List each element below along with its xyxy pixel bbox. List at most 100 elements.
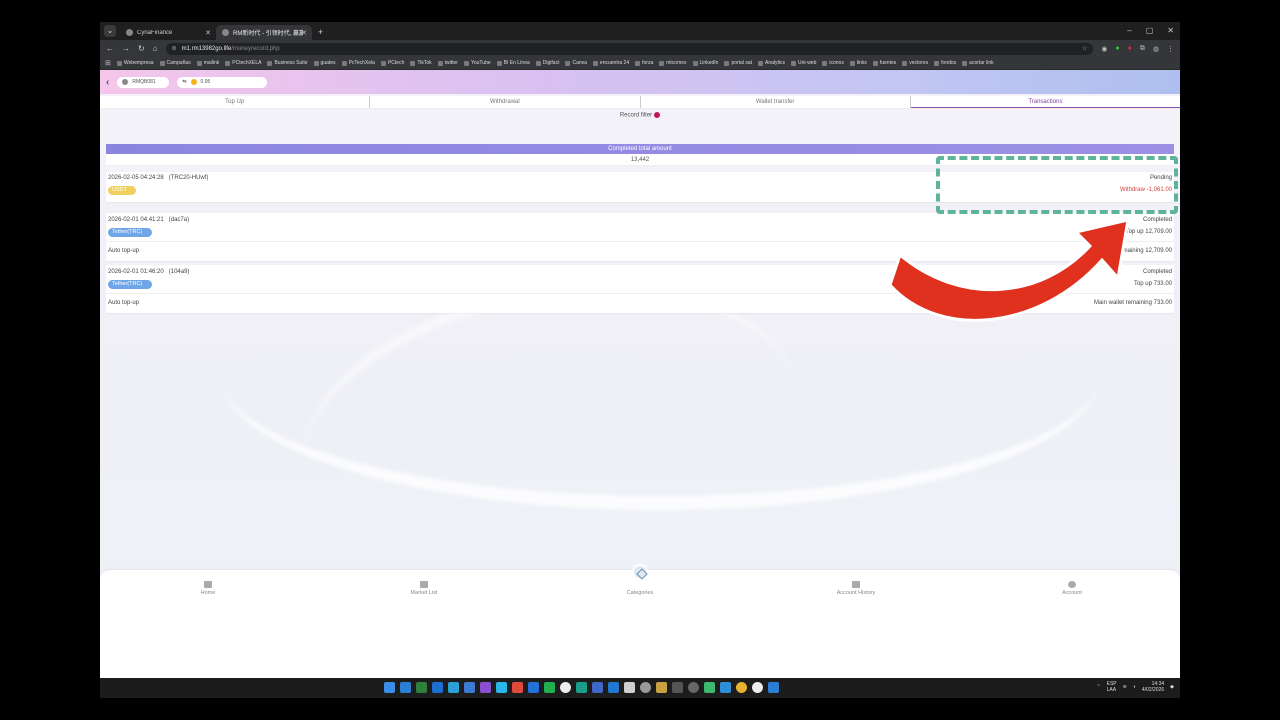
bookmark-item[interactable]: Analytics — [758, 60, 785, 66]
address-bar[interactable]: ⊜ m1.rm13982go.life/moneyrecord.php ☆ — [165, 42, 1094, 55]
home-icon[interactable]: ⌂ — [153, 44, 158, 53]
bookmark-item[interactable]: PcTechXela — [341, 60, 375, 66]
nav-market-list[interactable]: Market List — [316, 570, 532, 598]
bookmark-item[interactable]: iconos — [822, 60, 844, 66]
bookmark-item[interactable]: vectores — [902, 60, 928, 66]
site-info-icon[interactable]: ⊜ — [172, 45, 177, 52]
bookmark-item[interactable]: portal sat — [724, 60, 752, 66]
taskbar-app-icon[interactable] — [528, 682, 539, 693]
nav-home[interactable]: Home — [100, 570, 316, 598]
puzzle-icon[interactable]: ⧉ — [1140, 45, 1145, 53]
nav-account-history[interactable]: Account History — [748, 570, 964, 598]
annotation-arrow-icon — [888, 218, 1130, 322]
taskbar-app-icon[interactable] — [416, 682, 427, 693]
taskbar-app-icon[interactable] — [656, 682, 667, 693]
forward-icon[interactable]: → — [122, 44, 130, 53]
bookmark-item[interactable]: Business Suite — [267, 60, 308, 66]
taskbar-app-icon[interactable] — [608, 682, 619, 693]
browser-tab-1[interactable]: CynaFinance ✕ — [120, 25, 216, 40]
start-icon[interactable] — [384, 682, 395, 693]
back-arrow-icon[interactable]: ‹ — [106, 77, 109, 88]
taskbar-app-icon[interactable] — [624, 682, 635, 693]
maximize-icon[interactable]: ▢ — [1146, 26, 1154, 35]
bookmark-favicon-icon — [635, 60, 641, 66]
home-icon — [204, 581, 212, 588]
notification-bell-icon[interactable]: ◆ — [1170, 684, 1174, 690]
taskbar-app-icon[interactable] — [752, 682, 763, 693]
bookmark-item[interactable]: fondos — [934, 60, 956, 66]
tab-close-icon[interactable]: ✕ — [205, 29, 211, 37]
close-window-icon[interactable]: ✕ — [1167, 26, 1174, 35]
apps-grid-icon[interactable]: ⊞ — [105, 59, 111, 67]
bookmark-item[interactable]: YouTube — [463, 60, 491, 66]
taskbar-app-icon[interactable] — [720, 682, 731, 693]
bookmark-item[interactable]: Webempresa — [116, 60, 154, 66]
bookmark-item[interactable]: Campañas — [159, 60, 191, 66]
tab-search-icon[interactable]: ⌄ — [104, 25, 116, 37]
taskbar-app-icon[interactable] — [688, 682, 699, 693]
balance-pill[interactable]: ⇆ 0.95 — [177, 76, 268, 88]
bookmark-item[interactable]: guates — [313, 60, 336, 66]
taskbar-app-icon[interactable] — [496, 682, 507, 693]
taskbar-app-icon[interactable] — [480, 682, 491, 693]
profile-icon[interactable]: ◍ — [1153, 45, 1159, 53]
bookmark-item[interactable]: links — [849, 60, 867, 66]
volume-icon[interactable]: ◖ — [1133, 684, 1136, 690]
bookmark-item[interactable]: forza — [635, 60, 653, 66]
extension-icon[interactable]: ● — [1115, 45, 1119, 53]
bookmark-star-icon[interactable]: ☆ — [1082, 45, 1087, 52]
taskbar-app-icon[interactable] — [512, 682, 523, 693]
taskbar-app-icon[interactable] — [432, 682, 443, 693]
tab-close-icon[interactable]: ✕ — [301, 29, 307, 37]
bookmark-item[interactable]: Canva — [565, 60, 587, 66]
system-tray: ⌃ ESP LAA ≋ ◖ 14:34 4/02/2026 ◆ — [1096, 681, 1174, 693]
tab-top-up[interactable]: Top Up — [100, 96, 371, 108]
bookmark-item[interactable]: TikTok — [410, 60, 432, 66]
bookmark-item[interactable]: mailink — [196, 60, 219, 66]
wifi-icon[interactable]: ≋ — [1123, 684, 1127, 690]
tab-wallet-transfer[interactable]: Wallet transfer — [641, 96, 911, 108]
nav-categories[interactable]: Categories — [532, 564, 748, 598]
new-tab-button[interactable]: + — [318, 27, 323, 37]
bookmark-item[interactable]: BI En Línea — [496, 60, 530, 66]
reload-icon[interactable]: ↻ — [138, 44, 145, 53]
chrome-icon[interactable] — [736, 682, 747, 693]
taskbar-app-icon[interactable] — [464, 682, 475, 693]
bookmark-item[interactable]: Digifact — [535, 60, 559, 66]
tray-chevron-icon[interactable]: ⌃ — [1096, 684, 1100, 690]
extension-icon[interactable]: ● — [1128, 45, 1132, 53]
bookmark-item[interactable]: Uni-web — [791, 60, 816, 66]
bookmark-favicon-icon — [410, 60, 416, 66]
back-icon[interactable]: ← — [106, 44, 114, 53]
bookmark-favicon-icon — [758, 60, 764, 66]
user-pill[interactable]: RMQB081 — [117, 76, 170, 88]
language-indicator[interactable]: ESP LAA — [1107, 681, 1117, 693]
taskbar-app-icon[interactable] — [400, 682, 411, 693]
bookmark-item[interactable]: LinkedIn — [692, 60, 718, 66]
extension-icon[interactable]: ◉ — [1101, 45, 1107, 53]
bookmark-item[interactable]: PCtechXELA — [225, 60, 261, 66]
taskbar-app-icon[interactable] — [544, 682, 555, 693]
taskbar-app-icon[interactable] — [768, 682, 779, 693]
clock[interactable]: 14:34 4/02/2026 — [1142, 681, 1164, 693]
bookmark-item[interactable]: fuentes — [872, 60, 896, 66]
bookmark-item[interactable]: twitter — [437, 60, 458, 66]
taskbar-app-icon[interactable] — [704, 682, 715, 693]
taskbar-app-icon[interactable] — [672, 682, 683, 693]
browser-tab-2[interactable]: RM新时代 - 引领时代, 赢赢未来 ✕ — [216, 25, 312, 40]
taskbar-app-icon[interactable] — [448, 682, 459, 693]
taskbar-app-icon[interactable] — [576, 682, 587, 693]
taskbar-app-icon[interactable] — [560, 682, 571, 693]
record-filter[interactable]: Record filter — [100, 112, 1180, 119]
bookmark-item[interactable]: PCtech — [380, 60, 404, 66]
bookmark-item[interactable]: acortar link — [962, 60, 994, 66]
nav-account[interactable]: Account — [964, 570, 1180, 598]
bookmark-item[interactable]: encuentra 24 — [592, 60, 629, 66]
tab-transactions[interactable]: Transactions — [910, 96, 1180, 108]
menu-dots-icon[interactable]: ⋮ — [1167, 45, 1174, 53]
taskbar-app-icon[interactable] — [592, 682, 603, 693]
bookmark-item[interactable]: mtcomex — [659, 60, 687, 66]
taskbar-app-icon[interactable] — [640, 682, 651, 693]
tab-withdrawal[interactable]: Withdrawal — [370, 96, 641, 108]
minimize-icon[interactable]: – — [1127, 26, 1131, 35]
